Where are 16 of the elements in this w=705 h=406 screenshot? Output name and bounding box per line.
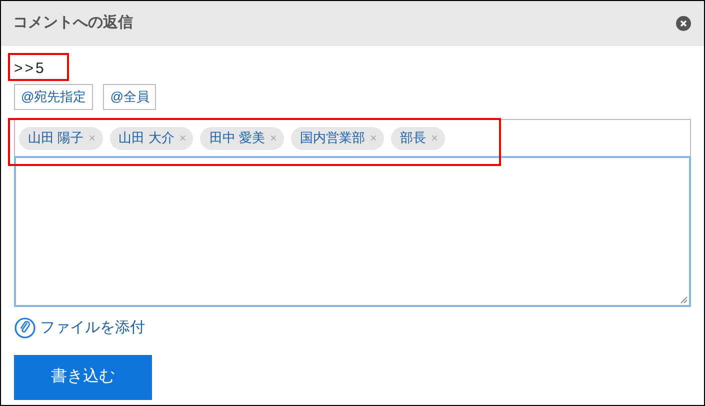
quote-text: >>5 <box>14 59 46 79</box>
mention-button[interactable]: @全員 <box>103 84 156 110</box>
recipient-name: 国内営業部 <box>300 129 365 148</box>
dialog-title: コメントへの返信 <box>13 13 133 34</box>
recipient-name: 部長 <box>400 129 426 148</box>
resize-handle-icon <box>680 296 688 304</box>
close-icon <box>680 20 687 27</box>
highlight-frame <box>8 53 69 81</box>
mention-button[interactable]: @宛先指定 <box>14 84 94 110</box>
close-button[interactable] <box>676 16 691 31</box>
recipient-name: 山田 大介 <box>118 129 174 148</box>
submit-button[interactable]: 書き込む <box>14 354 152 400</box>
paperclip-icon <box>14 317 36 340</box>
attach-file-link[interactable]: ファイルを添付 <box>14 317 145 340</box>
recipient-name: 山田 陽子 <box>28 129 84 148</box>
recipient-name: 田中 愛美 <box>209 129 265 148</box>
